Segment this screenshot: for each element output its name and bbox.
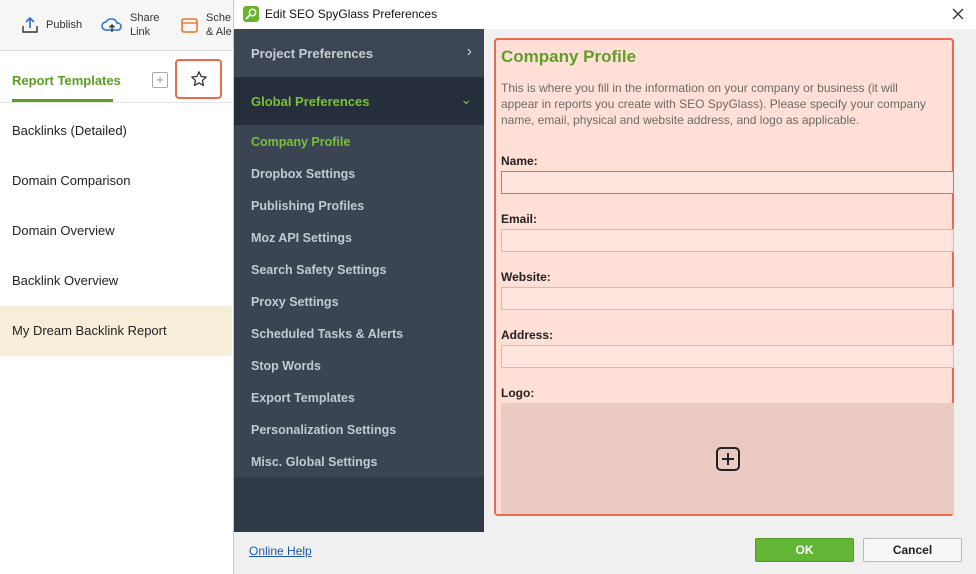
address-field[interactable] — [501, 345, 954, 368]
nav-item-personalization-settings[interactable]: Personalization Settings — [251, 423, 396, 437]
dialog-title: Edit SEO SpyGlass Preferences — [265, 7, 438, 21]
nav-item-scheduled-tasks[interactable]: Scheduled Tasks & Alerts — [251, 327, 403, 341]
tab-report-templates[interactable]: Report Templates — [12, 73, 121, 88]
website-field[interactable] — [501, 287, 954, 310]
nav-item-dropbox-settings[interactable]: Dropbox Settings — [251, 167, 355, 181]
close-icon — [952, 8, 964, 20]
email-field[interactable] — [501, 229, 954, 252]
company-profile-panel: Company Profile This is where you fill i… — [494, 38, 954, 516]
publish-label: Publish — [46, 19, 83, 31]
preferences-sidebar: Project Preferences › Global Preferences… — [234, 29, 484, 532]
chevron-right-icon: › — [466, 43, 472, 60]
nav-global-label: Global Preferences — [251, 94, 370, 109]
section-description: This is where you fill in the informatio… — [501, 81, 926, 127]
share-label-line1: Share — [130, 12, 160, 24]
website-label: Website: — [501, 270, 551, 284]
close-button[interactable] — [947, 3, 969, 25]
dialog-titlebar: Edit SEO SpyGlass Preferences — [234, 0, 976, 29]
preferences-dialog: Edit SEO SpyGlass Preferences Project Pr… — [233, 0, 976, 574]
template-item[interactable]: Backlink Overview — [0, 256, 232, 306]
template-item[interactable]: Domain Overview — [0, 206, 232, 256]
address-label: Address: — [501, 328, 554, 342]
logo-drop-area[interactable] — [501, 403, 954, 514]
nav-project-label: Project Preferences — [251, 46, 374, 61]
add-template-button[interactable]: + — [152, 72, 168, 88]
schedule-label-line1: Sche — [206, 12, 232, 24]
favorite-button[interactable] — [175, 59, 222, 99]
star-icon — [190, 71, 207, 87]
upload-icon — [22, 16, 38, 33]
report-templates-panel: Report Templates + Backlinks (Detailed) … — [0, 51, 232, 574]
cloud-share-icon — [101, 18, 122, 32]
email-label: Email: — [501, 212, 538, 226]
app-logo-icon — [243, 6, 259, 22]
schedule-label-line2: & Ale — [206, 26, 232, 38]
schedule-button[interactable]: Sche & Ale — [180, 0, 232, 50]
template-item[interactable]: Backlinks (Detailed) — [0, 106, 232, 156]
name-field[interactable] — [501, 171, 954, 194]
ok-button[interactable]: OK — [755, 538, 854, 562]
nav-item-moz-api-settings[interactable]: Moz API Settings — [251, 231, 352, 245]
nav-item-export-templates[interactable]: Export Templates — [251, 391, 355, 405]
template-item[interactable]: Domain Comparison — [0, 156, 232, 206]
global-preferences-list: Company Profile Dropbox Settings Publish… — [234, 125, 484, 477]
nav-item-misc-global-settings[interactable]: Misc. Global Settings — [251, 455, 377, 469]
nav-item-company-profile[interactable]: Company Profile — [251, 135, 350, 149]
nav-global-preferences[interactable]: Global Preferences ⌄ — [234, 77, 484, 125]
online-help-link[interactable]: Online Help — [249, 544, 312, 558]
chevron-down-icon: ⌄ — [460, 91, 472, 107]
name-label: Name: — [501, 154, 538, 168]
share-label-line2: Link — [130, 26, 151, 38]
logo-label: Logo: — [501, 386, 535, 400]
main-toolbar: Publish Share Link Sche & Ale — [0, 0, 240, 51]
cancel-button[interactable]: Cancel — [863, 538, 962, 562]
nav-project-preferences[interactable]: Project Preferences › — [234, 29, 484, 77]
section-title: Company Profile — [501, 47, 637, 66]
publish-button[interactable]: Publish — [20, 0, 82, 50]
nav-item-search-safety-settings[interactable]: Search Safety Settings — [251, 263, 386, 277]
share-link-button[interactable]: Share Link — [100, 0, 159, 50]
dialog-footer: Online Help OK Cancel — [234, 532, 976, 574]
nav-item-proxy-settings[interactable]: Proxy Settings — [251, 295, 339, 309]
nav-item-stop-words[interactable]: Stop Words — [251, 359, 321, 373]
nav-item-publishing-profiles[interactable]: Publishing Profiles — [251, 199, 364, 213]
divider — [0, 102, 232, 103]
calendar-icon — [181, 18, 198, 33]
add-logo-icon[interactable] — [715, 446, 741, 472]
template-item-selected[interactable]: My Dream Backlink Report — [0, 306, 232, 356]
